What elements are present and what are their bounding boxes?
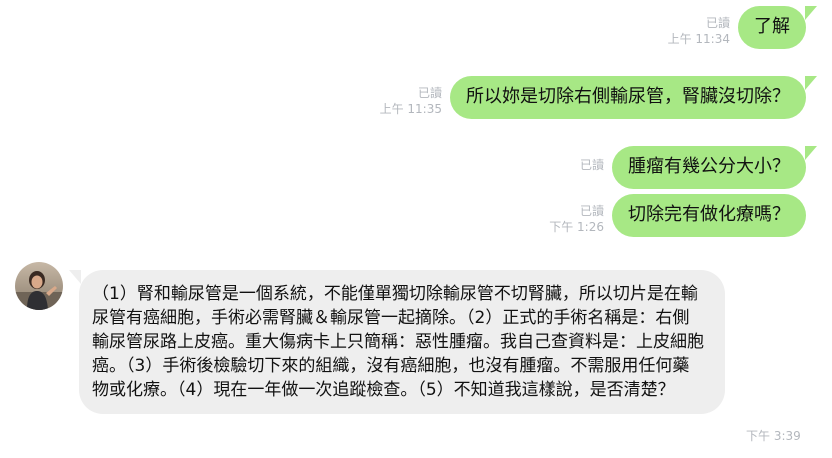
message-time: 下午 3:39 [746, 429, 801, 443]
message-row-out: 已讀 下午 1:26 切除完有做化療嗎？ [549, 194, 806, 237]
message-time: 上午 11:35 [379, 102, 442, 116]
message-text: 了解 [754, 16, 790, 37]
message-bubble-out[interactable]: 腫瘤有幾公分大小？ [612, 146, 817, 189]
message-text: 腫瘤有幾公分大小？ [628, 156, 790, 177]
message-meta: 已讀 上午 11:34 [668, 15, 730, 47]
read-receipt: 已讀 [579, 158, 604, 172]
message-time: 上午 11:34 [667, 32, 730, 46]
message-bubble-out[interactable]: 了解 [738, 6, 817, 49]
message-bubble-out[interactable]: 所以妳是切除右側輸尿管，腎臟沒切除？ [450, 76, 817, 119]
read-receipt: 已讀 [705, 16, 730, 30]
message-text: 所以妳是切除右側輸尿管，腎臟沒切除？ [466, 86, 790, 107]
message-bubble-out[interactable]: 切除完有做化療嗎？ [612, 194, 806, 237]
message-text: 切除完有做化療嗎？ [628, 204, 790, 225]
avatar-image [15, 262, 63, 310]
read-receipt: 已讀 [579, 204, 604, 218]
chat-window: 已讀 上午 11:34 了解 已讀 上午 11:35 所以妳是切除右側輸尿管，腎… [0, 0, 832, 458]
message-meta: 已讀 [580, 157, 604, 173]
message-text: （1）腎和輸尿管是一個系統，不能僅單獨切除輸尿管不切腎臟，所以切片是在輸尿管有癌… [92, 284, 704, 400]
read-receipt: 已讀 [417, 86, 442, 100]
message-meta: 已讀 上午 11:35 [380, 85, 442, 117]
message-row-out: 已讀 腫瘤有幾公分大小？ [580, 146, 817, 189]
message-time: 下午 1:26 [549, 220, 604, 234]
message-row-out: 已讀 上午 11:34 了解 [668, 6, 817, 49]
message-row-out: 已讀 上午 11:35 所以妳是切除右側輸尿管，腎臟沒切除？ [380, 76, 817, 119]
message-meta: 已讀 下午 1:26 [549, 203, 604, 235]
message-bubble-in[interactable]: （1）腎和輸尿管是一個系統，不能僅單獨切除輸尿管不切腎臟，所以切片是在輸尿管有癌… [69, 270, 725, 414]
avatar[interactable] [15, 262, 63, 310]
